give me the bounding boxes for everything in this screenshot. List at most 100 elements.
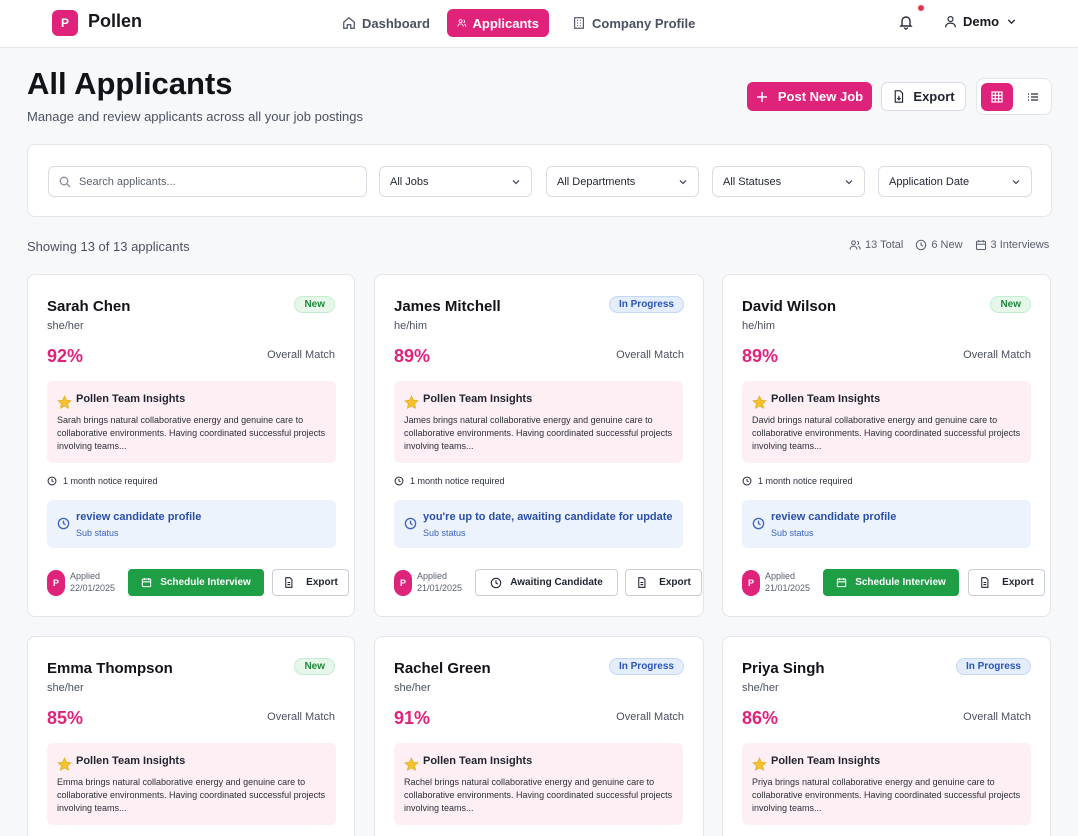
applied-info: Applied 21/01/2025 xyxy=(417,570,462,594)
stat-total: 13 Total xyxy=(849,239,903,251)
applicant-name[interactable]: David Wilson xyxy=(742,298,836,315)
bell-icon[interactable] xyxy=(898,14,914,30)
departments-select[interactable]: All Departments xyxy=(546,166,699,197)
applicant-name[interactable]: Emma Thompson xyxy=(47,660,173,677)
sub-status-panel: review candidate profile Sub status xyxy=(47,500,336,548)
sub-status-caption: Sub status xyxy=(423,528,466,538)
date-select[interactable]: Application Date xyxy=(878,166,1032,197)
applicant-card[interactable]: David Wilson he/him New 89% Overall Matc… xyxy=(722,274,1051,617)
clock-icon xyxy=(57,517,70,530)
match-label: Overall Match xyxy=(267,711,335,723)
applicant-card[interactable]: Emma Thompson she/her New 85% Overall Ma… xyxy=(27,636,355,836)
applicant-card[interactable]: Rachel Green she/her In Progress 91% Ove… xyxy=(374,636,704,836)
notice-label: 1 month notice required xyxy=(410,476,505,486)
notice-period: 1 month notice required xyxy=(394,476,505,486)
home-icon xyxy=(343,16,355,29)
status-badge: In Progress xyxy=(608,296,684,313)
search-field[interactable] xyxy=(48,166,367,197)
applicant-pronouns: he/him xyxy=(394,320,428,332)
nav-applicants[interactable]: Applicants xyxy=(447,9,549,37)
insights-text: Emma brings natural collaborative energy… xyxy=(57,777,326,813)
insights-text: James brings natural collaborative energ… xyxy=(404,415,673,451)
file-icon xyxy=(981,577,989,588)
insights-text: David brings natural collaborative energ… xyxy=(752,415,1021,451)
schedule-interview-button[interactable]: Schedule Interview xyxy=(128,569,264,596)
nav-dashboard[interactable]: Dashboard xyxy=(332,9,440,37)
jobs-select[interactable]: All Jobs xyxy=(379,166,532,197)
insights-title: Pollen Team Insights xyxy=(423,755,533,767)
applied-label: Applied xyxy=(70,571,101,581)
match-score: 85% xyxy=(47,708,84,728)
clock-icon xyxy=(490,577,502,588)
page-subtitle: Manage and review applicants across all … xyxy=(27,109,364,124)
awaiting-candidate-label: Awaiting Candidate xyxy=(510,577,603,588)
sub-status-text: review candidate profile xyxy=(771,511,897,523)
applicant-pronouns: she/her xyxy=(394,682,431,694)
stat-new-label: 6 New xyxy=(931,239,963,251)
avatar: P xyxy=(394,570,412,596)
insights-text: Sarah brings natural collaborative energ… xyxy=(57,415,326,451)
awaiting-candidate-button[interactable]: Awaiting Candidate xyxy=(475,569,618,596)
notice-label: 1 month notice required xyxy=(758,476,853,486)
applicant-name[interactable]: Rachel Green xyxy=(394,660,491,677)
export-label: Export xyxy=(913,89,955,104)
applied-info: Applied 22/01/2025 xyxy=(70,570,115,594)
notice-label: 1 month notice required xyxy=(63,476,158,486)
user-menu[interactable]: Demo xyxy=(944,14,1018,29)
star-icon xyxy=(752,757,767,771)
applied-label: Applied xyxy=(765,571,796,581)
export-button[interactable]: Export xyxy=(881,82,966,111)
statuses-select[interactable]: All Statuses xyxy=(712,166,865,197)
sub-status-panel: you're up to date, awaiting candidate fo… xyxy=(394,500,683,548)
brand-name[interactable]: Pollen xyxy=(88,11,142,32)
calendar-icon xyxy=(975,240,986,251)
status-badge: New xyxy=(294,658,335,675)
insights-title: Pollen Team Insights xyxy=(423,393,533,405)
card-export-button[interactable]: Export xyxy=(272,569,349,596)
applied-info: Applied 21/01/2025 xyxy=(765,570,810,594)
stat-interviews-label: 3 Interviews xyxy=(990,239,1050,251)
card-export-label: Export xyxy=(1002,577,1034,588)
status-badge: New xyxy=(294,296,335,313)
schedule-interview-button[interactable]: Schedule Interview xyxy=(823,569,959,596)
match-score: 92% xyxy=(47,346,84,366)
nav-applicants-label: Applicants xyxy=(472,15,539,31)
clock-icon xyxy=(742,476,752,486)
applicant-name[interactable]: Priya Singh xyxy=(742,660,825,677)
card-export-button[interactable]: Export xyxy=(968,569,1045,596)
list-view-button[interactable] xyxy=(1017,83,1049,111)
match-score: 89% xyxy=(394,346,431,366)
notice-period: 1 month notice required xyxy=(742,476,853,486)
match-label: Overall Match xyxy=(267,349,335,361)
insights-title: Pollen Team Insights xyxy=(76,393,186,405)
status-badge: New xyxy=(990,296,1031,313)
card-export-label: Export xyxy=(306,577,338,588)
chevron-down-icon xyxy=(679,179,687,184)
clock-icon xyxy=(752,517,765,530)
grid-view-button[interactable] xyxy=(981,83,1013,111)
applicant-name[interactable]: James Mitchell xyxy=(394,298,501,315)
search-input[interactable] xyxy=(79,175,349,188)
applicant-name[interactable]: Sarah Chen xyxy=(47,298,130,315)
insights-panel: Pollen Team Insights Sarah brings natura… xyxy=(47,381,336,463)
post-new-job-button[interactable]: Post New Job xyxy=(747,82,872,111)
summary-stats: 13 Total 6 New 3 Interviews xyxy=(849,239,1049,251)
applicant-card[interactable]: Sarah Chen she/her New 92% Overall Match… xyxy=(27,274,355,617)
star-icon xyxy=(404,757,419,771)
top-navbar: P Pollen Dashboard Applicants Company Pr… xyxy=(0,0,1078,48)
file-icon xyxy=(638,577,646,588)
star-icon xyxy=(57,395,72,409)
applicant-pronouns: she/her xyxy=(47,682,84,694)
user-icon xyxy=(945,16,956,28)
status-badge: In Progress xyxy=(608,658,684,675)
sub-status-caption: Sub status xyxy=(76,528,119,538)
applicant-card[interactable]: Priya Singh she/her In Progress 86% Over… xyxy=(722,636,1051,836)
applicant-card[interactable]: James Mitchell he/him In Progress 89% Ov… xyxy=(374,274,704,617)
insights-panel: Pollen Team Insights James brings natura… xyxy=(394,381,683,463)
logo-icon[interactable]: P xyxy=(52,10,78,36)
nav-company-profile[interactable]: Company Profile xyxy=(562,9,705,37)
insights-title: Pollen Team Insights xyxy=(771,755,881,767)
insights-panel: Pollen Team Insights Priya brings natura… xyxy=(742,743,1031,825)
status-badge: In Progress xyxy=(955,658,1031,675)
card-export-button[interactable]: Export xyxy=(625,569,702,596)
